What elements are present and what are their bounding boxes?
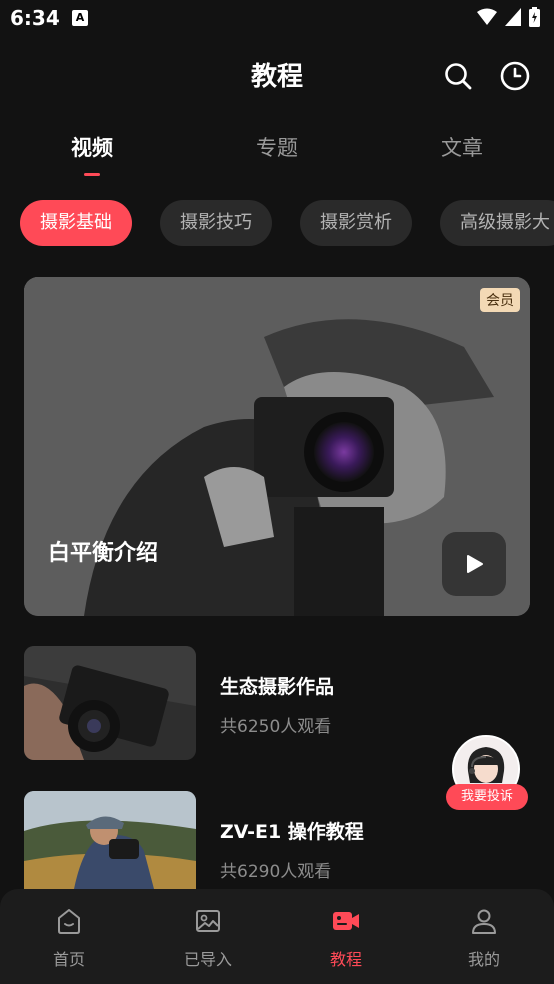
tab-article[interactable]: 文章: [407, 132, 517, 162]
camera-photo-image: [24, 646, 196, 760]
video-title[interactable]: 生态摄影作品: [220, 672, 334, 699]
tab-topic[interactable]: 专题: [222, 132, 332, 162]
video-thumbnail[interactable]: [24, 646, 196, 760]
battery-icon: [529, 7, 540, 27]
chip-appreciation[interactable]: 摄影赏析: [300, 200, 412, 246]
view-count: 共6290人观看: [220, 862, 332, 882]
vip-badge: 会员: [480, 288, 520, 312]
video-camera-icon: [333, 912, 359, 930]
home-icon: [58, 909, 80, 934]
video-thumbnail[interactable]: [24, 791, 196, 889]
chip-techniques[interactable]: 摄影技巧: [160, 200, 272, 246]
status-time: 6:34: [10, 6, 60, 30]
signal-icon: [505, 8, 521, 26]
outdoor-photographer-image: [24, 791, 196, 889]
nav-home-label: 首页: [52, 950, 85, 969]
history-button[interactable]: [499, 60, 531, 92]
nav-mine[interactable]: 我的: [439, 906, 529, 970]
notification-icon: A: [72, 10, 88, 26]
clock-icon: [500, 61, 530, 91]
complaint-button[interactable]: 我要投诉: [446, 784, 528, 810]
view-count: 共6250人观看: [220, 717, 332, 737]
featured-video-card[interactable]: 会员 白平衡介绍: [24, 277, 530, 616]
chip-basics[interactable]: 摄影基础: [20, 200, 132, 246]
search-icon: [445, 63, 472, 90]
nav-mine-label: 我的: [467, 950, 500, 969]
image-icon: [196, 910, 220, 932]
featured-video-title: 白平衡介绍: [48, 541, 159, 566]
nav-tutorial-label: 教程: [329, 950, 362, 969]
wifi-icon: [477, 8, 497, 25]
play-icon: [467, 555, 483, 573]
play-button[interactable]: [442, 532, 506, 596]
nav-tutorial[interactable]: 教程: [301, 906, 391, 970]
category-chips: 摄影基础 摄影技巧 摄影赏析 高级摄影大: [20, 200, 554, 246]
search-button[interactable]: [442, 60, 474, 92]
nav-home[interactable]: 首页: [24, 906, 114, 970]
tab-video[interactable]: 视频: [37, 132, 147, 162]
nav-imported-label: 已导入: [183, 950, 232, 969]
nav-imported[interactable]: 已导入: [163, 906, 253, 970]
person-icon: [472, 909, 496, 934]
video-title[interactable]: ZV-E1 操作教程: [220, 817, 364, 844]
chip-advanced[interactable]: 高级摄影大: [440, 200, 554, 246]
tab-active-indicator: [84, 173, 100, 176]
status-icons: [477, 7, 540, 27]
